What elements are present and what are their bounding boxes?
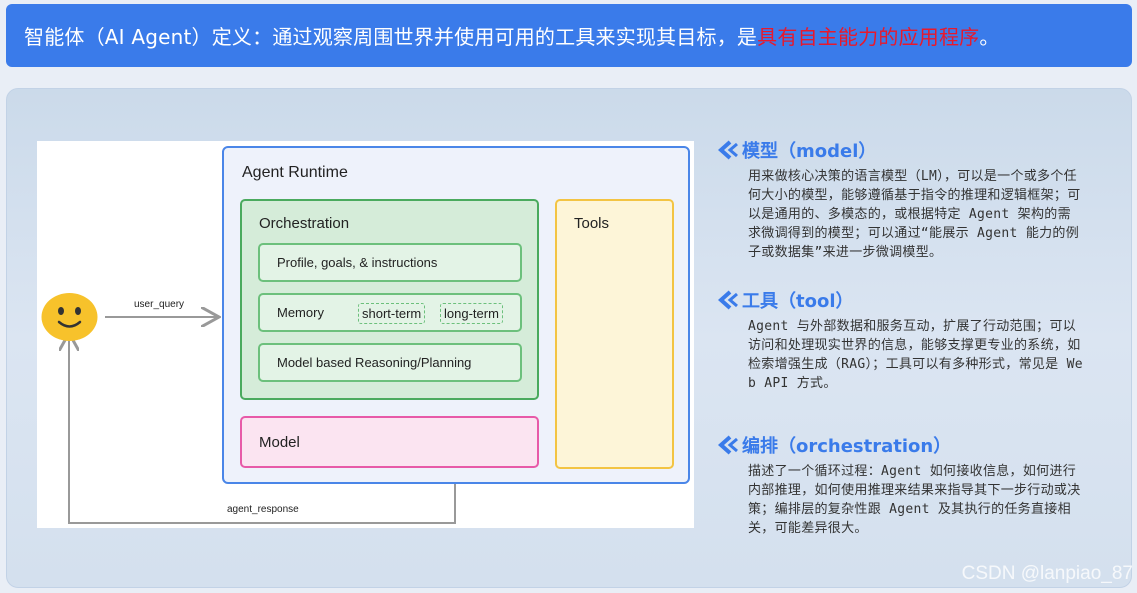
- chevron-left-icon: [717, 435, 738, 455]
- agent-response-label: agent_response: [227, 504, 299, 515]
- short-term-tag: short-term: [358, 303, 426, 324]
- model-section-heading: 模型（model）: [742, 141, 877, 162]
- watermark: CSDN @lanpiao_87: [961, 563, 1133, 584]
- tool-section-body: Agent 与外部数据和服务互动，扩展了行动范围；可以访问和处理现实世界的信息，…: [748, 319, 1083, 391]
- orchestration-section-title: 编排（orchestration）: [717, 434, 1083, 457]
- header-end: 。: [979, 25, 1000, 49]
- orchestration-section-body: 描述了一个循环过程：Agent 如何接收信息，如何进行内部推理，如何使用推理来结…: [748, 464, 1081, 536]
- tool-section-title: 工具（tool）: [717, 289, 1083, 312]
- model-section: 模型（model） 用来做核心决策的语言模型（LM），可以是一个或多个任何大小的…: [717, 139, 1083, 262]
- user-query-label: user_query: [134, 299, 185, 310]
- long-term-tag: long-term: [440, 303, 503, 324]
- memory-box: Memory short-term long-term: [258, 293, 522, 332]
- model-section-body: 用来做核心决策的语言模型（LM），可以是一个或多个任何大小的模型，能够遵循基于指…: [748, 169, 1081, 260]
- reasoning-planning-label: Model based Reasoning/Planning: [277, 355, 472, 370]
- agent-runtime-box: Agent Runtime Orchestration Profile, goa…: [222, 146, 690, 484]
- orchestration-section-heading: 编排（orchestration）: [742, 436, 952, 457]
- chevron-left-icon: [717, 140, 738, 160]
- profile-goals-box: Profile, goals, & instructions: [258, 243, 522, 282]
- profile-goals-label: Profile, goals, & instructions: [277, 255, 438, 270]
- orchestration-title: Orchestration: [259, 215, 350, 232]
- orchestration-section: 编排（orchestration） 描述了一个循环过程：Agent 如何接收信息…: [717, 434, 1083, 538]
- chevron-left-icon: [717, 290, 738, 310]
- reasoning-planning-box: Model based Reasoning/Planning: [258, 343, 522, 382]
- model-label: Model: [259, 433, 300, 451]
- memory-label: Memory: [277, 305, 324, 320]
- header-text: 智能体（AI Agent）定义：通过观察周围世界并使用可用的工具来实现其目标，是: [24, 25, 758, 49]
- model-section-title: 模型（model）: [717, 139, 1083, 162]
- agent-runtime-title: Agent Runtime: [242, 164, 348, 181]
- tools-title: Tools: [574, 215, 610, 232]
- model-box: Model: [240, 416, 539, 468]
- header-banner: 智能体（AI Agent）定义：通过观察周围世界并使用可用的工具来实现其目标，是…: [6, 4, 1132, 67]
- tools-box: Tools: [555, 199, 674, 469]
- agent-architecture-diagram: user_query agent_response Agent Runtime …: [37, 141, 694, 528]
- tool-section-heading: 工具（tool）: [742, 291, 854, 312]
- tool-section: 工具（tool） Agent 与外部数据和服务互动，扩展了行动范围；可以访问和处…: [717, 289, 1083, 393]
- smiley-face-icon: [41, 293, 98, 341]
- orchestration-box: Orchestration Profile, goals, & instruct…: [240, 199, 539, 400]
- header-highlight: 具有自主能力的应用程序: [757, 25, 980, 49]
